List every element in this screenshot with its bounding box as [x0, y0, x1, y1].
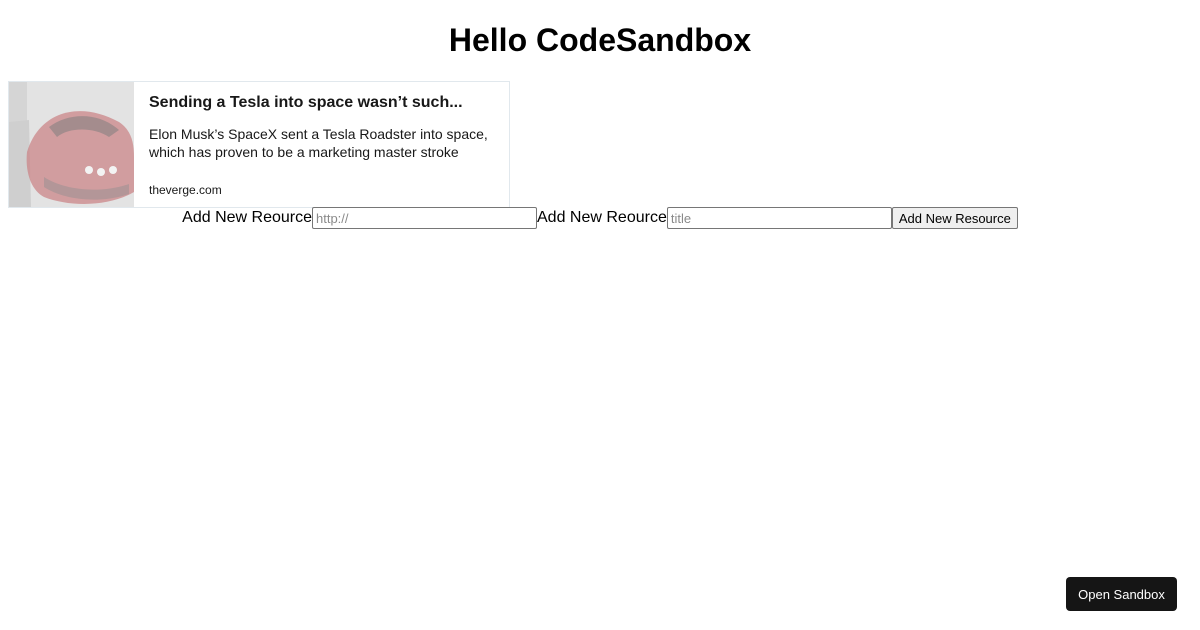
card-domain: theverge.com [149, 183, 222, 197]
card-body: Sending a Tesla into space wasn’t such..… [134, 82, 509, 207]
car-illustration-icon [9, 82, 134, 207]
title-input[interactable] [666, 207, 892, 229]
link-preview-card[interactable]: Sending a Tesla into space wasn’t such..… [8, 81, 510, 208]
title-label: Add New Reource [537, 209, 667, 226]
add-resource-form: Add New Reource Add New Reource Add New Re… [0, 207, 1200, 231]
url-label: Add New Reource [182, 209, 312, 226]
tesla-roadster-image [9, 82, 134, 207]
page-title: Hello CodeSandbox [448, 22, 752, 58]
open-sandbox-button[interactable]: Open Sandbox [1066, 577, 1177, 611]
add-resource-button[interactable]: Add New Resource [891, 207, 1018, 229]
card-description: Elon Musk’s SpaceX sent a Tesla Roadster… [149, 126, 488, 160]
card-title: Sending a Tesla into space wasn’t such..… [149, 94, 463, 111]
url-input[interactable] [312, 207, 537, 229]
